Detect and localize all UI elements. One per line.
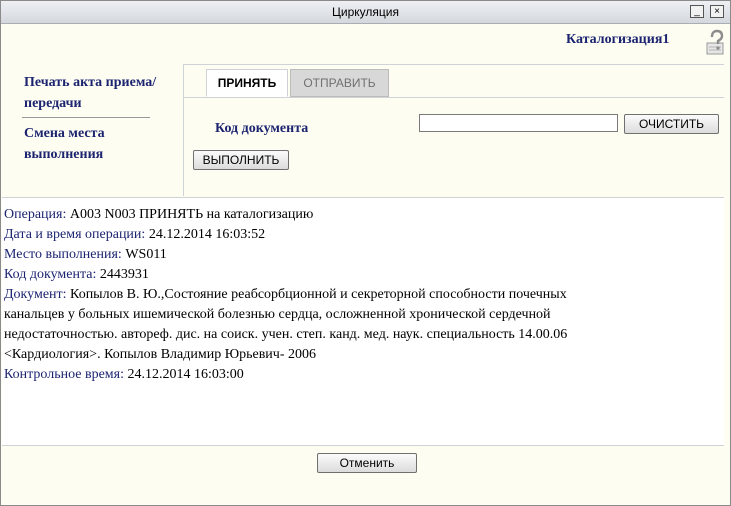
sidebar: Печать акта приема/ передачи Смена места…	[1, 64, 182, 195]
execute-button[interactable]: ВЫПОЛНИТЬ	[193, 150, 289, 170]
sidebar-item-change-place[interactable]: Смена места выполнения	[24, 123, 105, 165]
sidebar-item-label: выполнения	[24, 147, 104, 162]
cancel-button[interactable]: Отменить	[317, 453, 417, 473]
window-title: Циркуляция	[332, 5, 399, 19]
current-user: Каталогизация1	[566, 32, 670, 47]
result-document-line: канальцев у больных ишемической болезнью…	[4, 307, 551, 322]
circulation-window: Циркуляция _ × Каталогизация1 Печать акт…	[0, 0, 731, 506]
tab-strip: ПРИНЯТЬ ОТПРАВИТЬ	[184, 65, 724, 98]
title-bar: Циркуляция _ ×	[1, 1, 730, 24]
doc-code-label: Код документа	[215, 121, 309, 136]
result-operation: Операция: А003 N003 ПРИНЯТЬ на каталогиз…	[4, 207, 314, 222]
doc-code-input[interactable]	[419, 114, 618, 132]
result-document-line: <Кардиология>. Копылов Владимир Юрьевич-…	[4, 347, 316, 362]
help-question-icon[interactable]	[704, 29, 728, 55]
result-doc-code: Код документа: 2443931	[4, 267, 149, 282]
sidebar-item-label: передачи	[24, 96, 82, 111]
result-document: Документ: Копылов В. Ю.,Состояние реабсо…	[4, 287, 567, 302]
minimize-button[interactable]: _	[690, 5, 704, 18]
result-datetime: Дата и время операции: 24.12.2014 16:03:…	[4, 227, 266, 242]
sidebar-item-label: Смена места	[24, 126, 105, 141]
result-control-time: Контрольное время: 24.12.2014 16:03:00	[4, 367, 244, 382]
result-text: Операция: А003 N003 ПРИНЯТЬ на каталогиз…	[4, 205, 720, 385]
operation-result: Операция: А003 N003 ПРИНЯТЬ на каталогиз…	[2, 197, 724, 446]
result-document-line: недостаточностью. автореф. дис. на соиск…	[4, 327, 568, 342]
result-place: Место выполнения: WS011	[4, 247, 167, 262]
sidebar-item-print-act[interactable]: Печать акта приема/ передачи	[24, 72, 156, 114]
clear-button[interactable]: ОЧИСТИТЬ	[624, 114, 719, 134]
close-button[interactable]: ×	[710, 5, 724, 18]
sidebar-divider	[22, 117, 150, 118]
tab-accept[interactable]: ПРИНЯТЬ	[206, 69, 288, 97]
sidebar-item-label: Печать акта приема/	[24, 75, 157, 90]
tab-send[interactable]: ОТПРАВИТЬ	[290, 69, 389, 97]
